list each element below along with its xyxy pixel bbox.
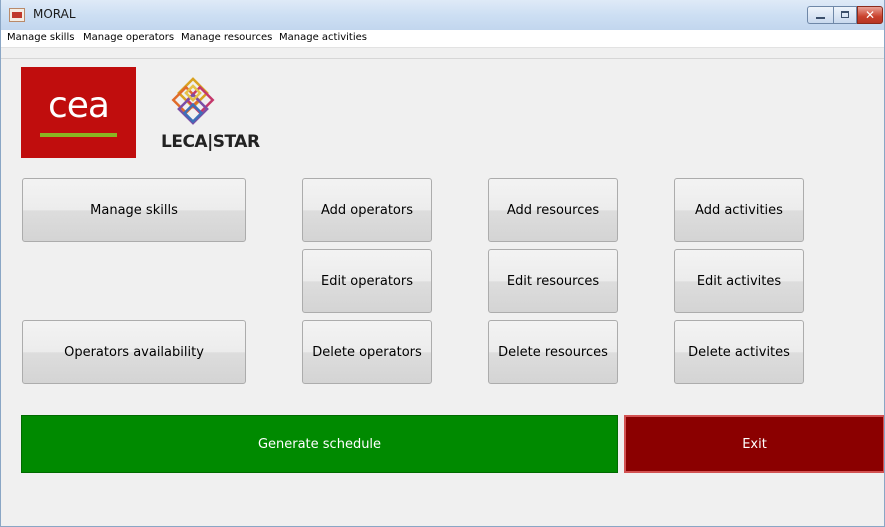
operators-availability-button[interactable]: Operators availability: [22, 320, 246, 384]
menu-manage-operators[interactable]: Manage operators: [83, 32, 174, 43]
lecastar-emblem-icon: [171, 77, 215, 125]
app-icon: [9, 8, 25, 22]
cea-logo-text: cea: [47, 85, 110, 126]
minimize-icon: [816, 17, 825, 19]
manage-skills-button[interactable]: Manage skills: [22, 178, 246, 242]
add-activities-button[interactable]: Add activities: [674, 178, 804, 242]
exit-button[interactable]: Exit: [624, 415, 884, 473]
menu-manage-activities[interactable]: Manage activities: [279, 32, 367, 43]
maximize-button[interactable]: [833, 6, 857, 24]
delete-activites-button[interactable]: Delete activites: [674, 320, 804, 384]
menu-manage-resources[interactable]: Manage resources: [181, 32, 272, 43]
close-button[interactable]: ✕: [857, 6, 883, 24]
edit-activites-button[interactable]: Edit activites: [674, 249, 804, 313]
close-icon: ✕: [864, 8, 876, 22]
generate-schedule-button[interactable]: Generate schedule: [21, 415, 618, 473]
edit-operators-button[interactable]: Edit operators: [302, 249, 432, 313]
menu-bar: Manage skills Manage operators Manage re…: [1, 30, 884, 48]
main-window: MORAL ✕ Manage skills Manage operators M…: [0, 0, 885, 527]
window-title: MORAL: [33, 7, 76, 21]
cea-logo: cea: [21, 67, 136, 158]
delete-operators-button[interactable]: Delete operators: [302, 320, 432, 384]
add-operators-button[interactable]: Add operators: [302, 178, 432, 242]
maximize-icon: [841, 11, 849, 18]
add-resources-button[interactable]: Add resources: [488, 178, 618, 242]
title-bar[interactable]: MORAL ✕: [1, 0, 884, 31]
edit-resources-button[interactable]: Edit resources: [488, 249, 618, 313]
lecastar-logo-text: LECA|STAR: [161, 132, 260, 152]
minimize-button[interactable]: [807, 6, 833, 24]
lecastar-logo: LECA|STAR: [161, 77, 260, 159]
menu-manage-skills[interactable]: Manage skills: [7, 32, 74, 43]
toolbar-separator: [1, 58, 884, 59]
cea-logo-bar: [40, 133, 117, 137]
delete-resources-button[interactable]: Delete resources: [488, 320, 618, 384]
